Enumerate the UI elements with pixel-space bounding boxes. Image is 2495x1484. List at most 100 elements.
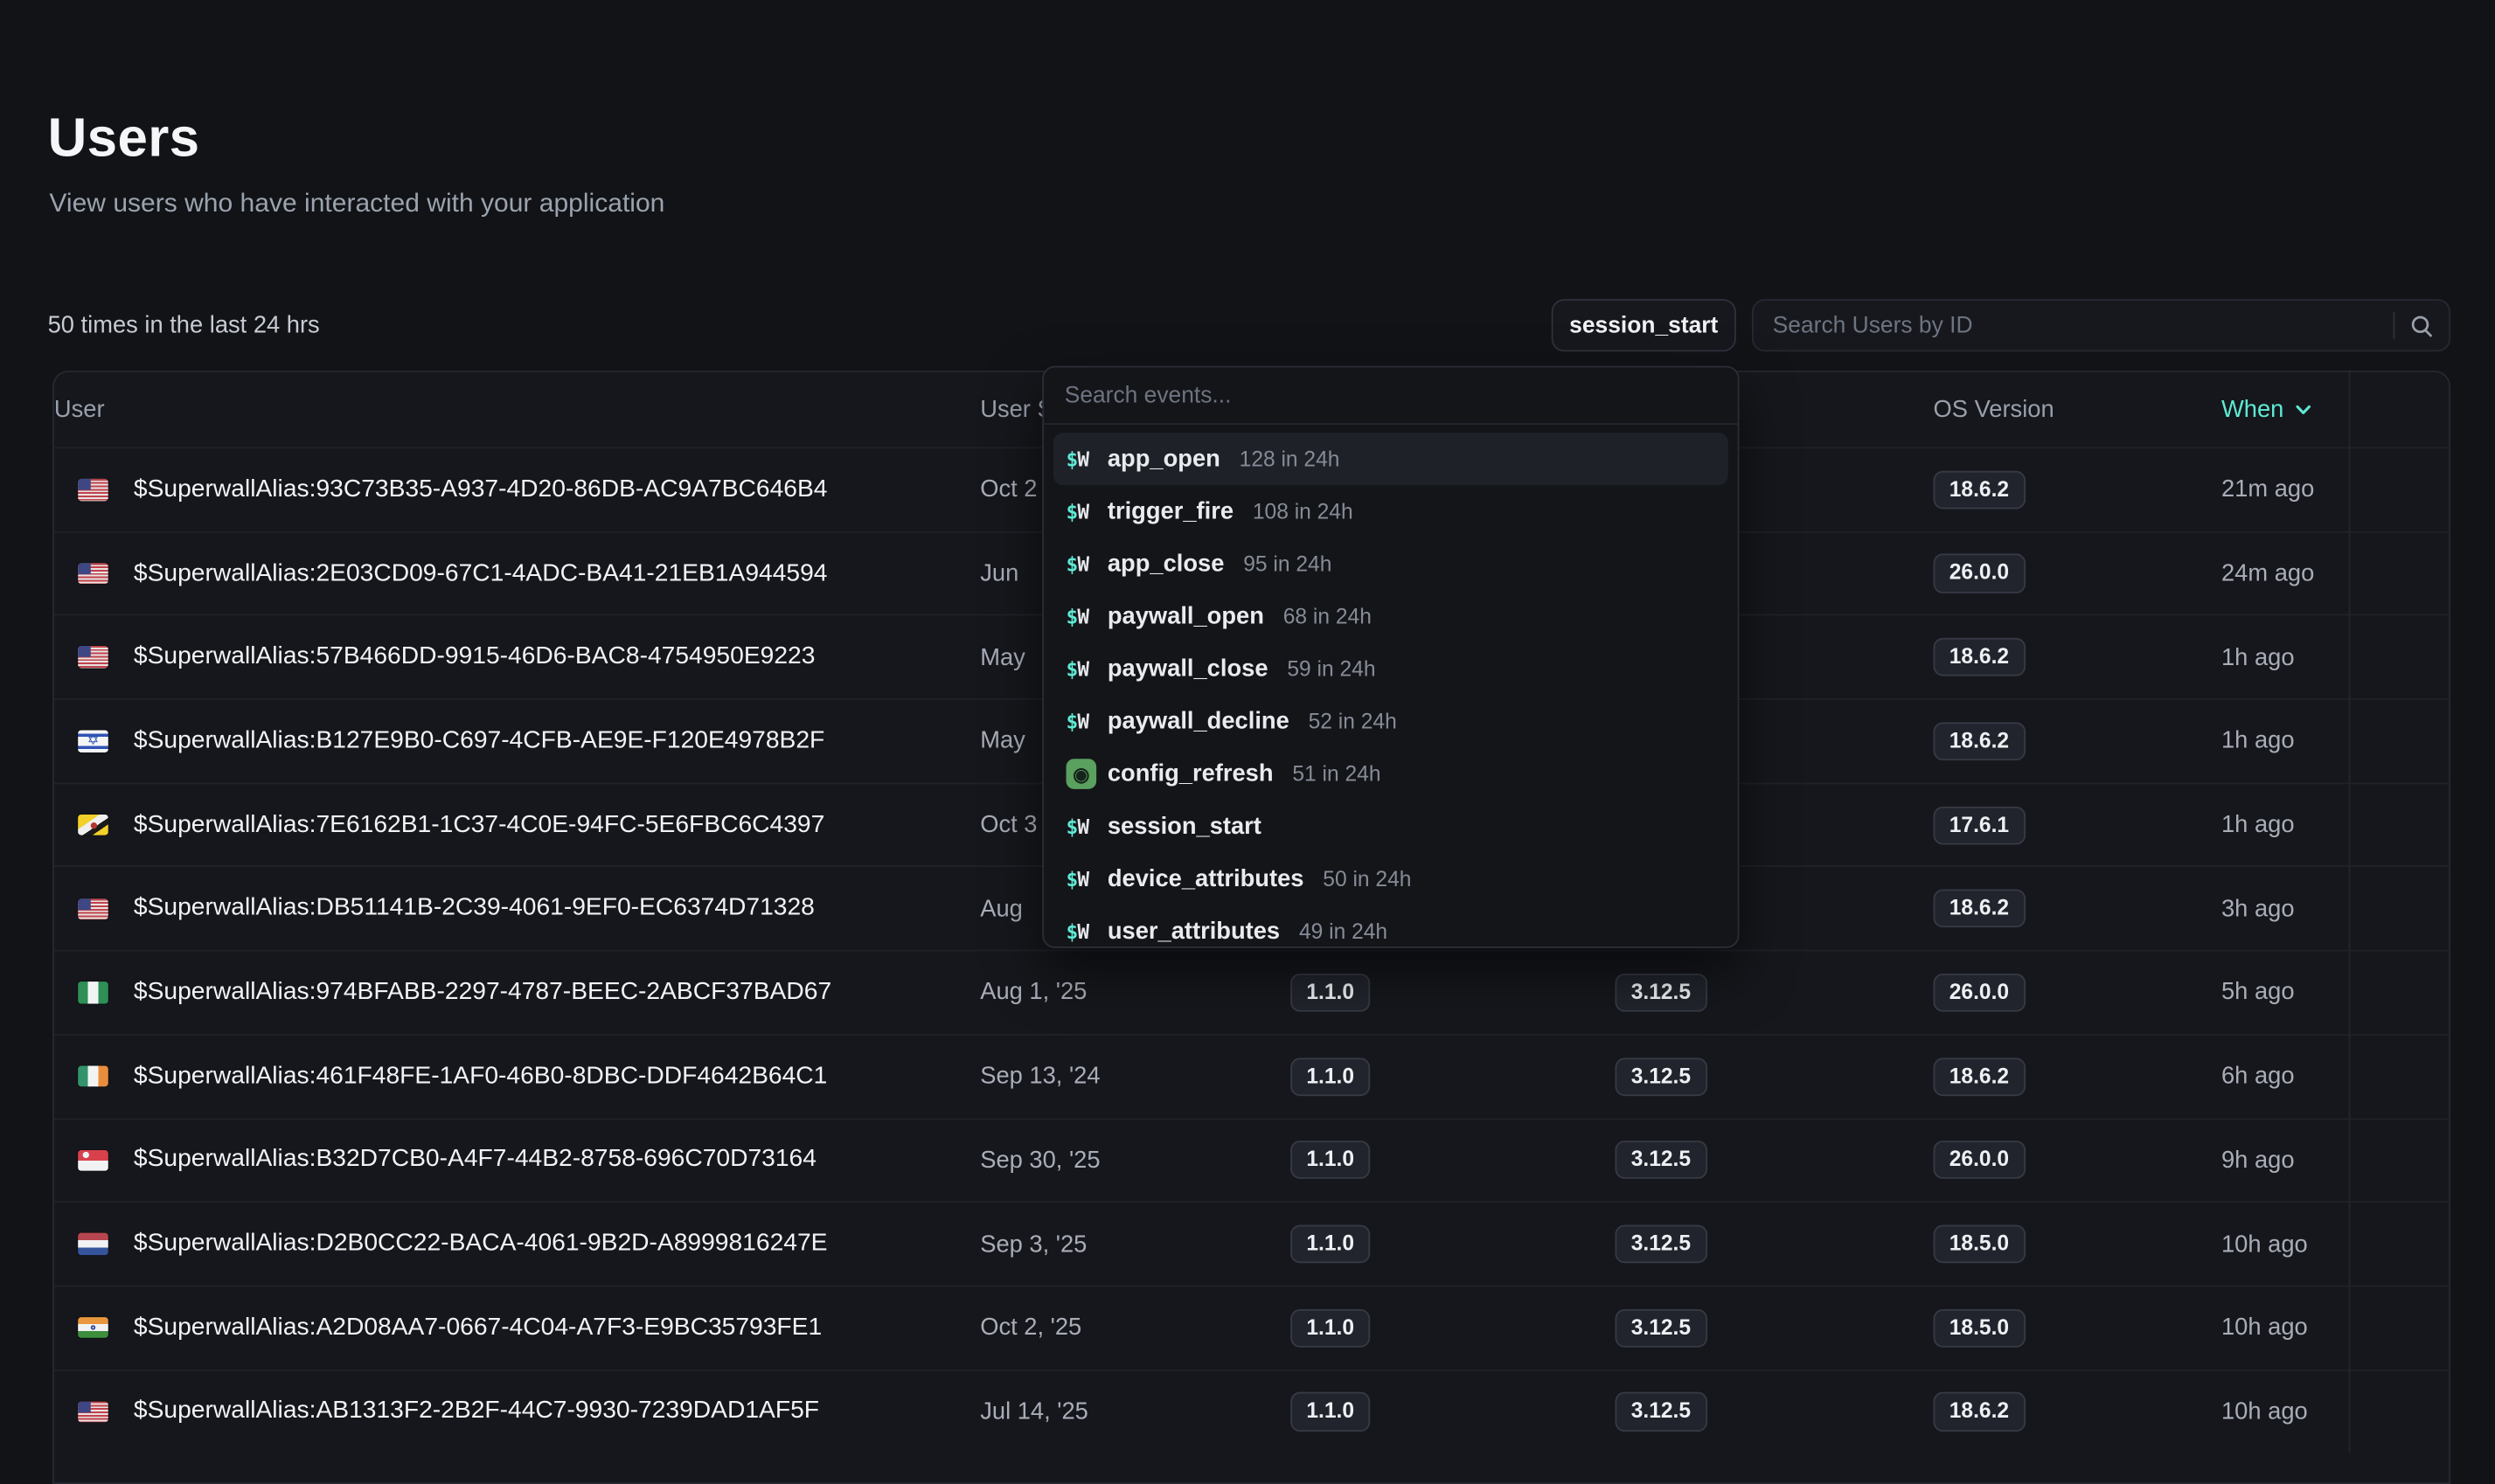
os-version-badge: 18.6.2 — [1934, 890, 2026, 928]
app-version-cell: 1.1.0 — [1290, 1058, 1615, 1096]
user-table-row[interactable]: $SuperwallAlias:AB1313F2-2B2F-44C7-9930-… — [54, 1369, 2449, 1453]
os-version-cell: 18.5.0 — [1934, 1308, 2221, 1347]
user-table-row[interactable]: $SuperwallAlias:D2B0CC22-BACA-4061-9B2D-… — [54, 1202, 2449, 1286]
superwall-dollar-w-icon: $W — [1067, 815, 1108, 838]
event-list-item[interactable]: $W ◉ user_attributes 49 in 24h — [1053, 905, 1728, 948]
event-list-item[interactable]: $W ◉ device_attributes 50 in 24h — [1053, 853, 1728, 905]
row-gutter — [2349, 1286, 2450, 1369]
superwall-dollar-w-icon: $W — [1067, 919, 1108, 943]
event-list-item[interactable]: $W ◉ app_close 95 in 24h — [1053, 537, 1728, 590]
country-flag-icon — [78, 815, 108, 836]
search-users-input[interactable] — [1754, 313, 2394, 338]
sdk-version-cell: 3.12.5 — [1616, 1058, 1934, 1096]
chevron-down-icon — [2293, 399, 2314, 420]
user-since-cell: Sep 13, '24 — [980, 1063, 1290, 1090]
user-table-row[interactable]: $SuperwallAlias:974BFABB-2297-4787-BEEC-… — [54, 950, 2449, 1034]
user-id-cell: $SuperwallAlias:2E03CD09-67C1-4ADC-BA41-… — [54, 559, 980, 588]
user-id: $SuperwallAlias:A2D08AA7-0667-4C04-A7F3-… — [134, 1314, 822, 1342]
when-cell: 9h ago — [2221, 1147, 2349, 1174]
user-search-box — [1752, 299, 2450, 351]
when-cell: 24m ago — [2221, 560, 2349, 587]
country-flag-icon — [78, 563, 108, 585]
row-gutter — [2349, 1203, 2450, 1285]
event-list-item[interactable]: $W ◉ paywall_decline 52 in 24h — [1053, 695, 1728, 747]
os-version-cell: 18.5.0 — [1934, 1224, 2221, 1263]
country-flag-icon — [78, 1233, 108, 1255]
event-label: trigger_fire — [1108, 498, 1234, 525]
event-list-item[interactable]: $W ◉ app_open 128 in 24h — [1053, 433, 1728, 485]
event-list-item[interactable]: $W ◉ trigger_fire 108 in 24h — [1053, 485, 1728, 537]
country-flag-icon — [78, 479, 108, 501]
user-id: $SuperwallAlias:2E03CD09-67C1-4ADC-BA41-… — [134, 559, 828, 588]
sdk-version-badge: 3.12.5 — [1616, 974, 1707, 1012]
search-events-input[interactable] — [1044, 383, 1738, 408]
user-id: $SuperwallAlias:57B466DD-9915-46D6-BAC8-… — [134, 643, 816, 672]
os-version-cell: 18.6.2 — [1934, 1392, 2221, 1431]
when-cell: 5h ago — [2221, 979, 2349, 1006]
superwall-dollar-w-icon: $W — [1067, 552, 1108, 576]
when-cell: 3h ago — [2221, 895, 2349, 922]
user-id-cell: $SuperwallAlias:AB1313F2-2B2F-44C7-9930-… — [54, 1397, 980, 1426]
event-search-field — [1044, 367, 1738, 425]
superwall-dollar-w-icon: $W — [1067, 657, 1108, 681]
when-cell: 10h ago — [2221, 1398, 2349, 1425]
user-id-cell: $SuperwallAlias:57B466DD-9915-46D6-BAC8-… — [54, 643, 980, 672]
os-version-badge: 18.6.2 — [1934, 1058, 2026, 1096]
user-id-cell: $SuperwallAlias:461F48FE-1AF0-46B0-8DBC-… — [54, 1062, 980, 1091]
event-count: 128 in 24h — [1240, 447, 1340, 470]
user-table-row[interactable]: $SuperwallAlias:A2D08AA7-0667-4C04-A7F3-… — [54, 1285, 2449, 1369]
app-version-cell: 1.1.0 — [1290, 1224, 1615, 1263]
os-version-badge: 26.0.0 — [1934, 974, 2026, 1012]
page-subtitle: View users who have interacted with your… — [49, 190, 664, 220]
user-id-cell: $SuperwallAlias:93C73B35-A937-4D20-86DB-… — [54, 475, 980, 504]
os-version-cell: 26.0.0 — [1934, 554, 2221, 593]
event-count: 49 in 24h — [1299, 919, 1387, 943]
app-version-cell: 1.1.0 — [1290, 1392, 1615, 1431]
sdk-version-cell: 3.12.5 — [1616, 1308, 1934, 1347]
header-gutter — [2349, 372, 2450, 447]
event-list-item[interactable]: $W ◉ paywall_open 68 in 24h — [1053, 590, 1728, 642]
event-label: paywall_decline — [1108, 708, 1289, 735]
user-id: $SuperwallAlias:93C73B35-A937-4D20-86DB-… — [134, 475, 828, 504]
os-version-cell: 17.6.1 — [1934, 806, 2221, 844]
event-label: app_close — [1108, 551, 1225, 578]
user-id: $SuperwallAlias:461F48FE-1AF0-46B0-8DBC-… — [134, 1062, 827, 1091]
sdk-version-cell: 3.12.5 — [1616, 974, 1934, 1012]
country-flag-icon — [78, 1401, 108, 1423]
when-cell: 1h ago — [2221, 728, 2349, 755]
event-label: app_open — [1108, 446, 1220, 473]
sdk-version-cell: 3.12.5 — [1616, 1224, 1934, 1263]
event-list-item[interactable]: $W ◉ session_start — [1053, 801, 1728, 853]
event-count: 108 in 24h — [1253, 500, 1353, 524]
os-version-cell: 18.6.2 — [1934, 890, 2221, 928]
sdk-version-badge: 3.12.5 — [1616, 1392, 1707, 1431]
os-version-cell: 26.0.0 — [1934, 974, 2221, 1012]
magnifier-icon[interactable] — [2394, 313, 2449, 338]
app-version-badge: 1.1.0 — [1290, 1058, 1370, 1096]
event-filter-button[interactable]: session_start — [1552, 299, 1736, 351]
when-cell: 10h ago — [2221, 1314, 2349, 1342]
event-label: session_start — [1108, 813, 1261, 840]
os-version-badge: 18.5.0 — [1934, 1224, 2026, 1263]
event-count: 59 in 24h — [1287, 657, 1375, 681]
user-table-row[interactable]: $SuperwallAlias:461F48FE-1AF0-46B0-8DBC-… — [54, 1034, 2449, 1118]
event-list-item[interactable]: $W ◉ config_refresh 51 in 24h — [1053, 747, 1728, 800]
os-version-badge: 17.6.1 — [1934, 806, 2026, 844]
superwall-dollar-w-icon: $W — [1067, 447, 1108, 470]
user-id-cell: $SuperwallAlias:B32D7CB0-A4F7-44B2-8758-… — [54, 1146, 980, 1175]
event-label: user_attributes — [1108, 918, 1280, 945]
event-list-item[interactable]: $W ◉ paywall_close 59 in 24h — [1053, 642, 1728, 695]
user-id-cell: $SuperwallAlias:974BFABB-2297-4787-BEEC-… — [54, 978, 980, 1007]
country-flag-icon — [78, 898, 108, 920]
page-title: Users — [48, 108, 200, 170]
user-id: $SuperwallAlias:D2B0CC22-BACA-4061-9B2D-… — [134, 1230, 828, 1259]
event-filter-label: session_start — [1569, 313, 1718, 338]
user-id: $SuperwallAlias:B32D7CB0-A4F7-44B2-8758-… — [134, 1146, 817, 1175]
user-table-row[interactable]: $SuperwallAlias:B32D7CB0-A4F7-44B2-8758-… — [54, 1118, 2449, 1202]
sdk-version-badge: 3.12.5 — [1616, 1224, 1707, 1263]
sdk-version-cell: 3.12.5 — [1616, 1392, 1934, 1431]
app-version-badge: 1.1.0 — [1290, 1141, 1370, 1180]
header-when-sort[interactable]: When — [2221, 396, 2349, 423]
header-user: User — [54, 396, 980, 423]
event-count: 52 in 24h — [1309, 710, 1397, 733]
